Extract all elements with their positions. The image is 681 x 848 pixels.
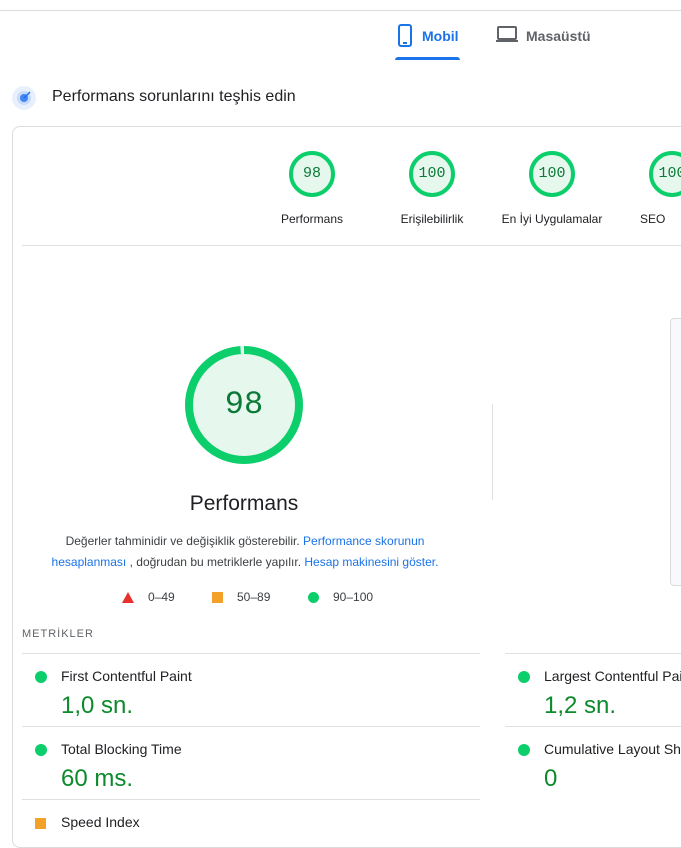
description-text: Değerler tahminidir ve değişiklik göster…: [65, 534, 304, 548]
metric-name: Largest Contentful Paint: [544, 668, 681, 684]
gauge-label-accessibility: Erişilebilirlik: [400, 212, 464, 226]
description-text: , doğrudan bu metriklerle yapılır.: [126, 555, 305, 569]
performance-gauge-large: 98: [184, 345, 304, 467]
tab-desktop[interactable]: Masaüstü: [496, 24, 591, 60]
tab-mobile-label: Mobil: [422, 28, 459, 44]
top-divider: [0, 10, 681, 11]
gauge-best-practices[interactable]: 100: [528, 150, 576, 198]
metric-cls: Cumulative Layout Shift 0: [518, 741, 681, 801]
gauge-score: 98: [302, 165, 321, 182]
divider: [22, 653, 480, 654]
show-calculator-link[interactable]: Hesap makinesini göster.: [304, 555, 438, 569]
legend-poor: 0–49: [122, 590, 175, 604]
metric-value: 1,0 sn.: [61, 692, 134, 719]
page-screenshot-thumbnail[interactable]: [670, 318, 681, 586]
legend-range: 50–89: [237, 590, 271, 604]
metric-name: Total Blocking Time: [61, 741, 182, 757]
gauge-accessibility[interactable]: 100: [408, 150, 456, 198]
gauge-score: 100: [538, 165, 566, 182]
divider: [22, 799, 480, 800]
gauge-label-performance: Performans: [280, 212, 344, 226]
triangle-icon: [122, 591, 134, 603]
legend-range: 90–100: [333, 590, 374, 604]
divider: [22, 245, 681, 246]
legend-good: 90–100: [308, 590, 373, 604]
status-average-icon: [35, 818, 46, 829]
tab-mobile[interactable]: Mobil: [396, 24, 460, 60]
metric-name: First Contentful Paint: [61, 668, 192, 684]
gauge-label-seo: SEO: [640, 212, 666, 226]
metric-value: 1,2 sn.: [544, 692, 617, 719]
gauge-score: 100: [658, 165, 681, 182]
square-icon: [212, 591, 223, 603]
diagnose-icon: [12, 86, 36, 110]
divider: [505, 653, 681, 654]
performance-title: Performans: [189, 492, 299, 515]
status-good-icon: [35, 671, 47, 683]
status-good-icon: [35, 744, 47, 756]
report-card: [12, 126, 681, 848]
metric-value: 0: [544, 765, 558, 792]
smartphone-icon: [398, 24, 412, 47]
metric-name: Cumulative Layout Shift: [544, 741, 681, 757]
section-title: Performans sorunlarını teşhis edin: [52, 88, 296, 105]
gauge-label-best-practices: En İyi Uygulamalar: [501, 212, 603, 226]
laptop-icon: [496, 26, 518, 42]
gauge-seo[interactable]: 100: [648, 150, 681, 198]
vertical-divider: [492, 404, 493, 500]
metrics-heading: METRİKLER: [22, 628, 94, 640]
metric-lcp: Largest Contentful Paint 1,2 sn.: [518, 668, 681, 728]
status-good-icon: [518, 744, 530, 756]
circle-icon: [308, 591, 319, 603]
score-description: Değerler tahminidir ve değişiklik göster…: [40, 531, 450, 573]
metric-name: Speed Index: [61, 814, 140, 830]
legend-range: 0–49: [148, 590, 175, 604]
metric-value: 60 ms.: [61, 765, 134, 792]
status-good-icon: [518, 671, 530, 683]
legend-average: 50–89: [212, 590, 270, 604]
gauge-score: 100: [418, 165, 446, 182]
tab-desktop-label: Masaüstü: [526, 28, 591, 44]
divider: [22, 726, 480, 727]
tab-selected-indicator: [395, 57, 460, 60]
performance-score: 98: [224, 386, 264, 423]
gauge-performance[interactable]: 98: [288, 150, 336, 198]
